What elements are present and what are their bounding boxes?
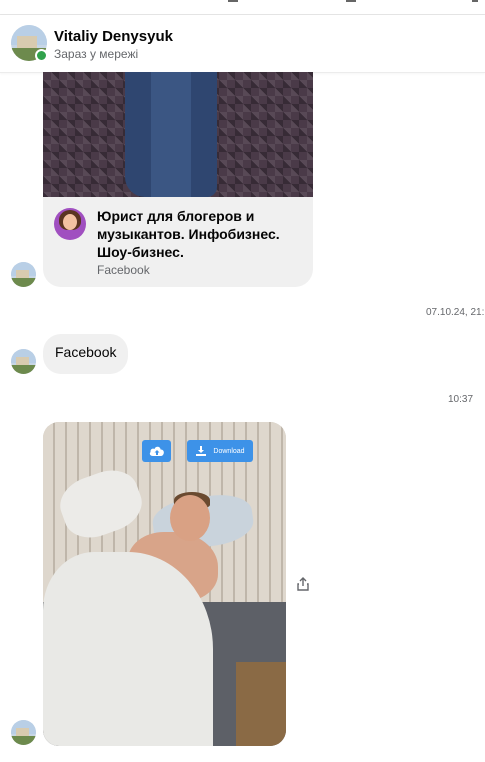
share-icon[interactable] [295,576,311,592]
link-preview-card[interactable]: Юрист для блогеров и музыкантов. Инфобиз… [43,197,313,287]
sender-avatar[interactable] [11,262,36,287]
window-top-strip [0,0,485,15]
chat-header: Vitaliy Denysyuk Зараз у мережі [0,15,485,73]
photo-message[interactable]: Download [43,422,286,746]
link-source: Facebook [97,263,150,277]
cloud-upload-button[interactable] [142,440,171,462]
sender-avatar[interactable] [11,349,36,374]
message-timestamp: 07.10.24, 21: [426,307,485,318]
shared-post-image[interactable] [43,72,313,197]
online-status-dot [35,49,48,62]
cloud-upload-icon [149,446,164,456]
contact-name[interactable]: Vitaliy Denysyuk [54,28,173,45]
download-label: Download [213,447,245,455]
download-button[interactable]: Download [187,440,253,462]
message-bubble[interactable]: Facebook [43,334,129,374]
link-title: Юрист для блогеров и музыкантов. Инфобиз… [97,208,280,260]
page-avatar [54,208,86,240]
contact-status: Зараз у мережі [54,47,139,61]
download-icon [196,446,207,456]
message-timestamp: 10:37 [448,394,474,405]
sender-avatar[interactable] [11,720,36,745]
